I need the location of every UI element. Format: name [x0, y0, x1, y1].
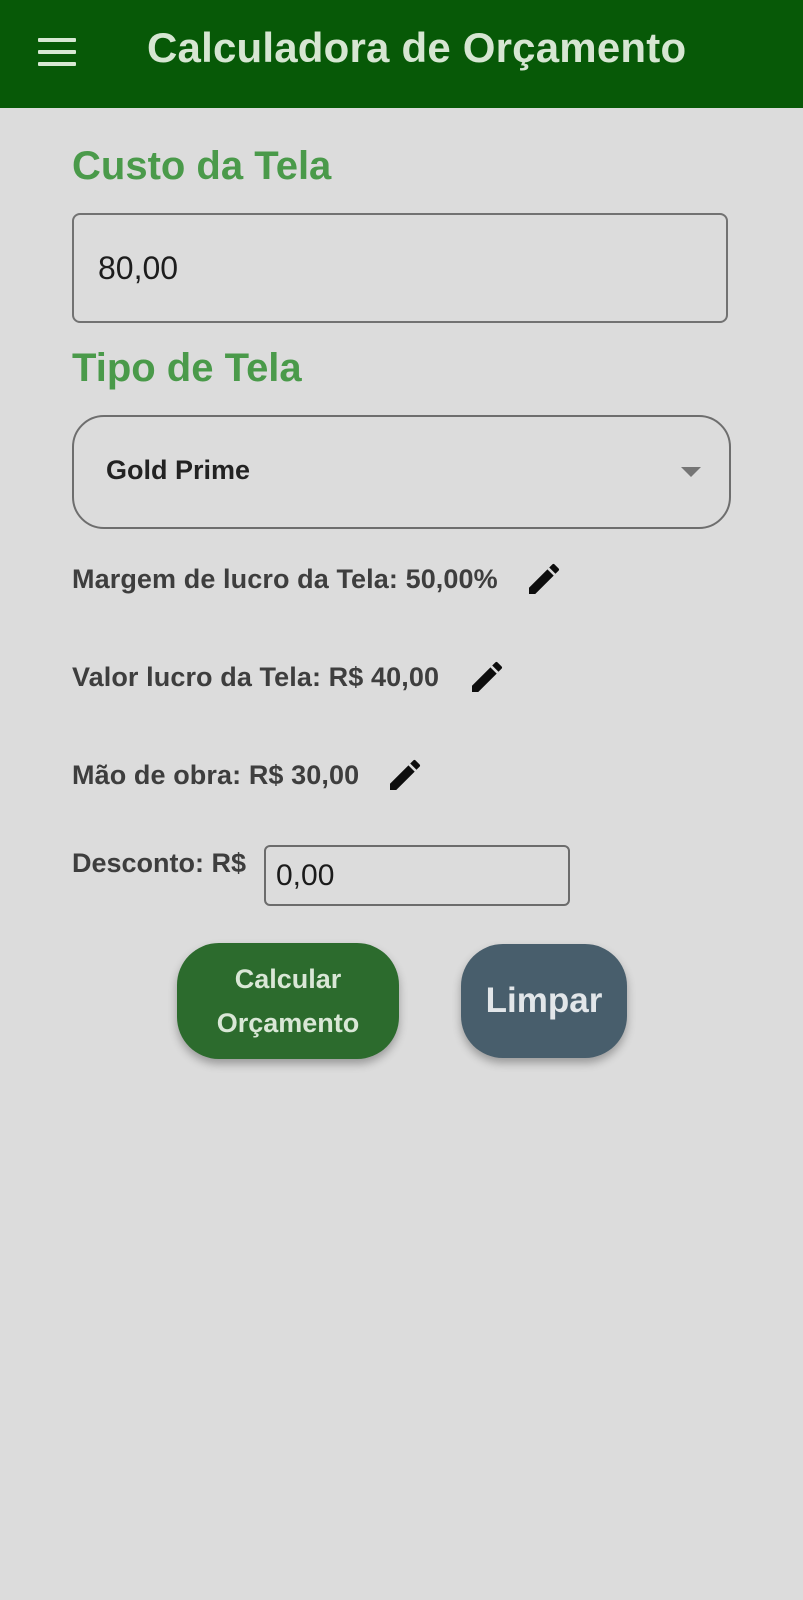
pencil-edit-icon [390, 759, 421, 790]
calculate-budget-button[interactable]: Calcular Orçamento [177, 943, 399, 1059]
edit-labor-button[interactable] [381, 751, 429, 799]
hamburger-menu-icon-bar [38, 50, 76, 54]
margin-label: Margem de lucro da Tela: 50,00% [72, 563, 498, 594]
menu-button[interactable] [30, 30, 84, 74]
clear-label: Limpar [485, 981, 603, 1020]
discount-input[interactable] [264, 845, 570, 906]
profit-label: Valor lucro da Tela: R$ 40,00 [72, 661, 440, 692]
profit-row: Valor lucro da Tela: R$ 40,00 [72, 653, 511, 701]
labor-label: Mão de obra: R$ 30,00 [72, 759, 360, 790]
screen-cost-title: Custo da Tela [72, 144, 332, 188]
hamburger-menu-icon-bar [38, 62, 76, 66]
app-bar: Calculadora de Orçamento [0, 0, 803, 108]
screen-type-dropdown[interactable]: Gold Prime [72, 415, 731, 529]
dropdown-arrow-icon [681, 467, 701, 477]
screen-type-title: Tipo de Tela [72, 346, 302, 390]
app-title: Calculadora de Orçamento [147, 24, 687, 71]
screen-type-selected: Gold Prime [106, 455, 251, 485]
screen-cost-input[interactable] [72, 213, 728, 323]
pencil-edit-icon [472, 661, 503, 692]
edit-profit-button[interactable] [463, 653, 511, 701]
clear-button[interactable]: Limpar [461, 944, 627, 1058]
labor-row: Mão de obra: R$ 30,00 [72, 751, 429, 799]
pencil-edit-icon [528, 563, 559, 594]
calculate-budget-label: Calcular Orçamento [216, 964, 360, 1038]
hamburger-menu-icon [38, 38, 76, 42]
margin-row: Margem de lucro da Tela: 50,00% [72, 555, 568, 603]
edit-margin-button[interactable] [520, 555, 568, 603]
discount-label: Desconto: R$ [72, 848, 247, 878]
